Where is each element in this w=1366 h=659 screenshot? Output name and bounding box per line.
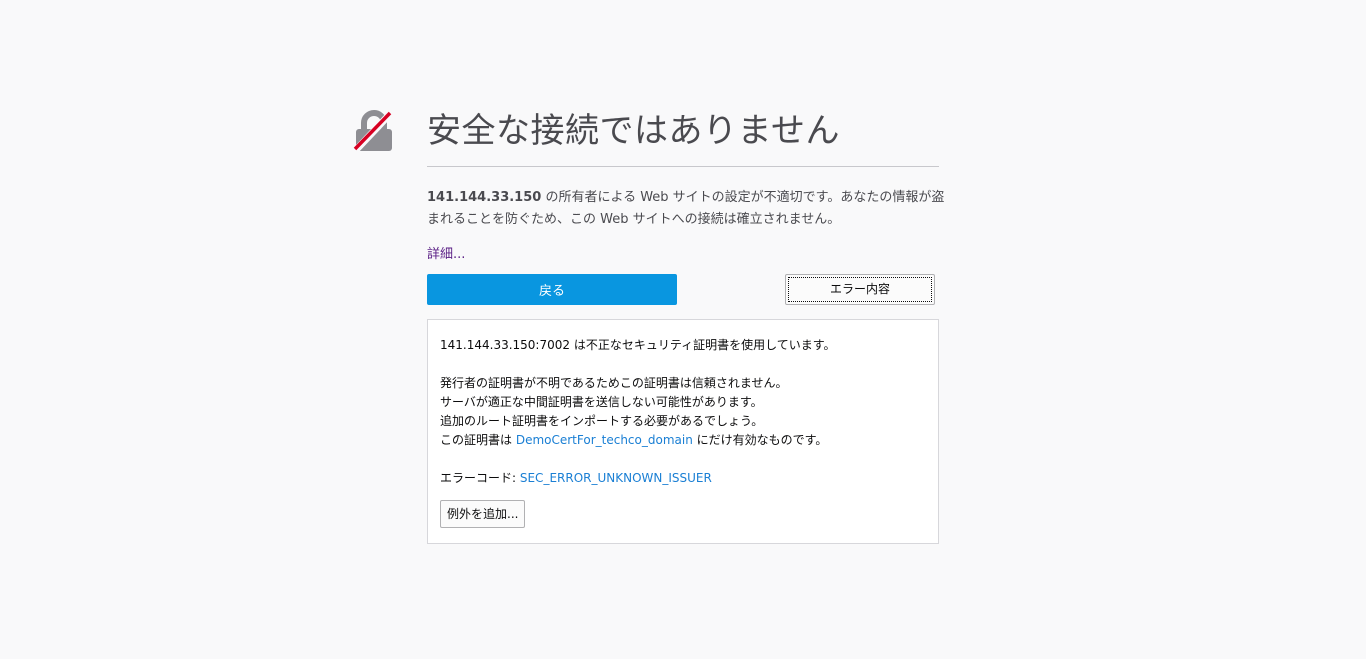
host-name: 141.144.33.150	[427, 190, 542, 205]
title-divider	[427, 166, 939, 167]
error-code-label: エラーコード:	[440, 471, 520, 485]
advanced-button-label: エラー内容	[788, 277, 932, 302]
go-back-button[interactable]: 戻る	[427, 274, 677, 305]
details-line: 追加のルート証明書をインポートする必要があるでしょう。	[440, 414, 764, 428]
details-line: 発行者の証明書が不明であるためこの証明書は信頼されません。	[440, 376, 788, 390]
cert-domain-link[interactable]: DemoCertFor_techco_domain	[516, 433, 693, 447]
cert-suffix: にだけ有効なものです。	[692, 433, 828, 447]
error-page: 安全な接続ではありません 141.144.33.150 の所有者による Web …	[0, 0, 1366, 659]
cert-prefix: この証明書は	[440, 433, 516, 447]
advanced-panel: 141.144.33.150:7002 は不正なセキュリティ証明書を使用していま…	[427, 319, 939, 544]
error-code-link[interactable]: SEC_ERROR_UNKNOWN_ISSUER	[520, 471, 712, 485]
details-line: サーバが適正な中間証明書を送信しない可能性があります。	[440, 395, 763, 409]
error-description: 141.144.33.150 の所有者による Web サイトの設定が不適切です。…	[427, 187, 947, 231]
details-line: この証明書は DemoCertFor_techco_domain にだけ有効なも…	[440, 431, 926, 450]
error-content: 安全な接続ではありません 141.144.33.150 の所有者による Web …	[427, 100, 944, 544]
learn-more-link[interactable]: 詳細...	[427, 243, 465, 262]
details-line: 141.144.33.150:7002 は不正なセキュリティ証明書を使用していま…	[440, 338, 836, 352]
error-code-line: エラーコード: SEC_ERROR_UNKNOWN_ISSUER	[440, 469, 926, 488]
add-exception-button[interactable]: 例外を追加...	[440, 500, 526, 528]
broken-lock-icon	[353, 110, 393, 153]
advanced-button[interactable]: エラー内容	[785, 274, 935, 305]
page-title: 安全な接続ではありません	[427, 111, 840, 151]
button-row: 戻る エラー内容	[427, 274, 939, 306]
